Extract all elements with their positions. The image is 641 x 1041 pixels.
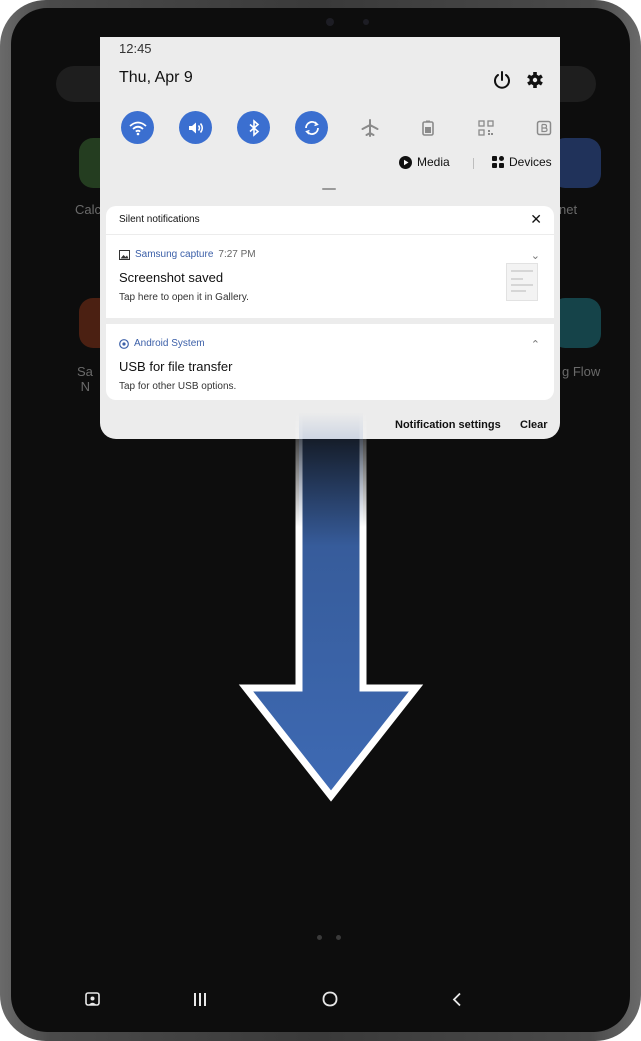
notification-app-line: Android System bbox=[119, 338, 205, 349]
sensor-icon bbox=[363, 19, 369, 25]
page-indicator-dot bbox=[317, 935, 322, 940]
qr-scanner-icon bbox=[477, 119, 494, 136]
expand-chevron-icon[interactable]: ⌄ bbox=[531, 249, 540, 262]
battery-saver-icon bbox=[421, 120, 434, 136]
clear-button[interactable]: Clear bbox=[520, 419, 548, 431]
screenshot-nav-icon[interactable] bbox=[79, 984, 105, 1014]
wifi-icon bbox=[128, 121, 147, 135]
notification-app-name: Android System bbox=[134, 338, 205, 349]
swipe-down-arrow-icon bbox=[238, 412, 424, 802]
close-icon[interactable]: ✕ bbox=[530, 211, 542, 228]
devices-button[interactable]: Devices bbox=[492, 155, 552, 169]
volume-toggle[interactable] bbox=[179, 111, 212, 144]
play-icon bbox=[399, 155, 412, 169]
notification-panel: 12:45 Thu, Apr 9 Media Devices Silent no… bbox=[100, 37, 560, 439]
battery-saver-toggle[interactable] bbox=[411, 111, 444, 144]
status-time: 12:45 bbox=[119, 41, 152, 56]
notification-time: 7:27 PM bbox=[218, 249, 256, 260]
power-icon[interactable] bbox=[491, 69, 513, 91]
settings-gear-icon[interactable] bbox=[524, 69, 546, 91]
media-label: Media bbox=[417, 155, 450, 169]
notification-subtitle: Tap for other USB options. bbox=[119, 381, 237, 392]
collapse-chevron-icon[interactable]: ⌃ bbox=[531, 338, 540, 351]
media-button[interactable]: Media bbox=[399, 155, 450, 169]
bixby-routine-icon bbox=[536, 120, 551, 135]
samsung-notes-label-fragment: Sa N bbox=[77, 364, 93, 394]
back-icon[interactable] bbox=[444, 984, 470, 1014]
notification-screenshot[interactable]: Samsung capture 7:27 PM ⌄ Screenshot sav… bbox=[106, 235, 554, 318]
android-system-icon bbox=[119, 338, 129, 349]
devices-label: Devices bbox=[509, 155, 552, 169]
home-icon[interactable] bbox=[317, 984, 343, 1014]
gallery-image-icon bbox=[119, 249, 130, 260]
screenshot-thumbnail bbox=[506, 263, 538, 301]
bluetooth-icon bbox=[248, 118, 259, 137]
notification-app-line: Samsung capture 7:27 PM bbox=[119, 249, 256, 260]
bluetooth-toggle[interactable] bbox=[237, 111, 270, 144]
wifi-toggle[interactable] bbox=[121, 111, 154, 144]
bixby-routine-toggle[interactable] bbox=[527, 111, 560, 144]
volume-icon bbox=[188, 122, 203, 133]
notification-app-name: Samsung capture bbox=[135, 249, 214, 260]
notification-subtitle: Tap here to open it in Gallery. bbox=[119, 292, 249, 303]
notification-usb[interactable]: Android System ⌃ USB for file transfer T… bbox=[106, 324, 554, 400]
camera-icon bbox=[326, 18, 334, 26]
devices-grid-icon bbox=[492, 156, 504, 168]
recent-apps-icon[interactable] bbox=[187, 984, 213, 1014]
app-label-fragment-right: net bbox=[559, 202, 578, 217]
airplane-icon bbox=[361, 118, 378, 137]
screen: Calc net Sa N g Flow 12:45 Thu, Apr 9 Me… bbox=[11, 8, 630, 1032]
airplane-toggle[interactable] bbox=[353, 111, 386, 144]
calculator-label-fragment: Calc bbox=[75, 202, 102, 217]
tablet-frame: Calc net Sa N g Flow 12:45 Thu, Apr 9 Me… bbox=[0, 0, 641, 1041]
auto-rotate-icon bbox=[304, 120, 319, 135]
date-label: Thu, Apr 9 bbox=[119, 69, 193, 86]
page-indicator-dot bbox=[336, 935, 341, 940]
media-divider bbox=[473, 158, 474, 169]
qr-scanner-toggle[interactable] bbox=[469, 111, 502, 144]
notification-title: USB for file transfer bbox=[119, 359, 233, 374]
silent-notifications-title: Silent notifications bbox=[119, 214, 200, 225]
navigation-bar bbox=[11, 984, 630, 1014]
silent-notifications-header: Silent notifications ✕ bbox=[106, 206, 554, 234]
notification-title: Screenshot saved bbox=[119, 270, 224, 285]
flow-label-fragment: g Flow bbox=[562, 364, 601, 379]
panel-drag-handle[interactable] bbox=[322, 188, 336, 190]
auto-rotate-toggle[interactable] bbox=[295, 111, 328, 144]
